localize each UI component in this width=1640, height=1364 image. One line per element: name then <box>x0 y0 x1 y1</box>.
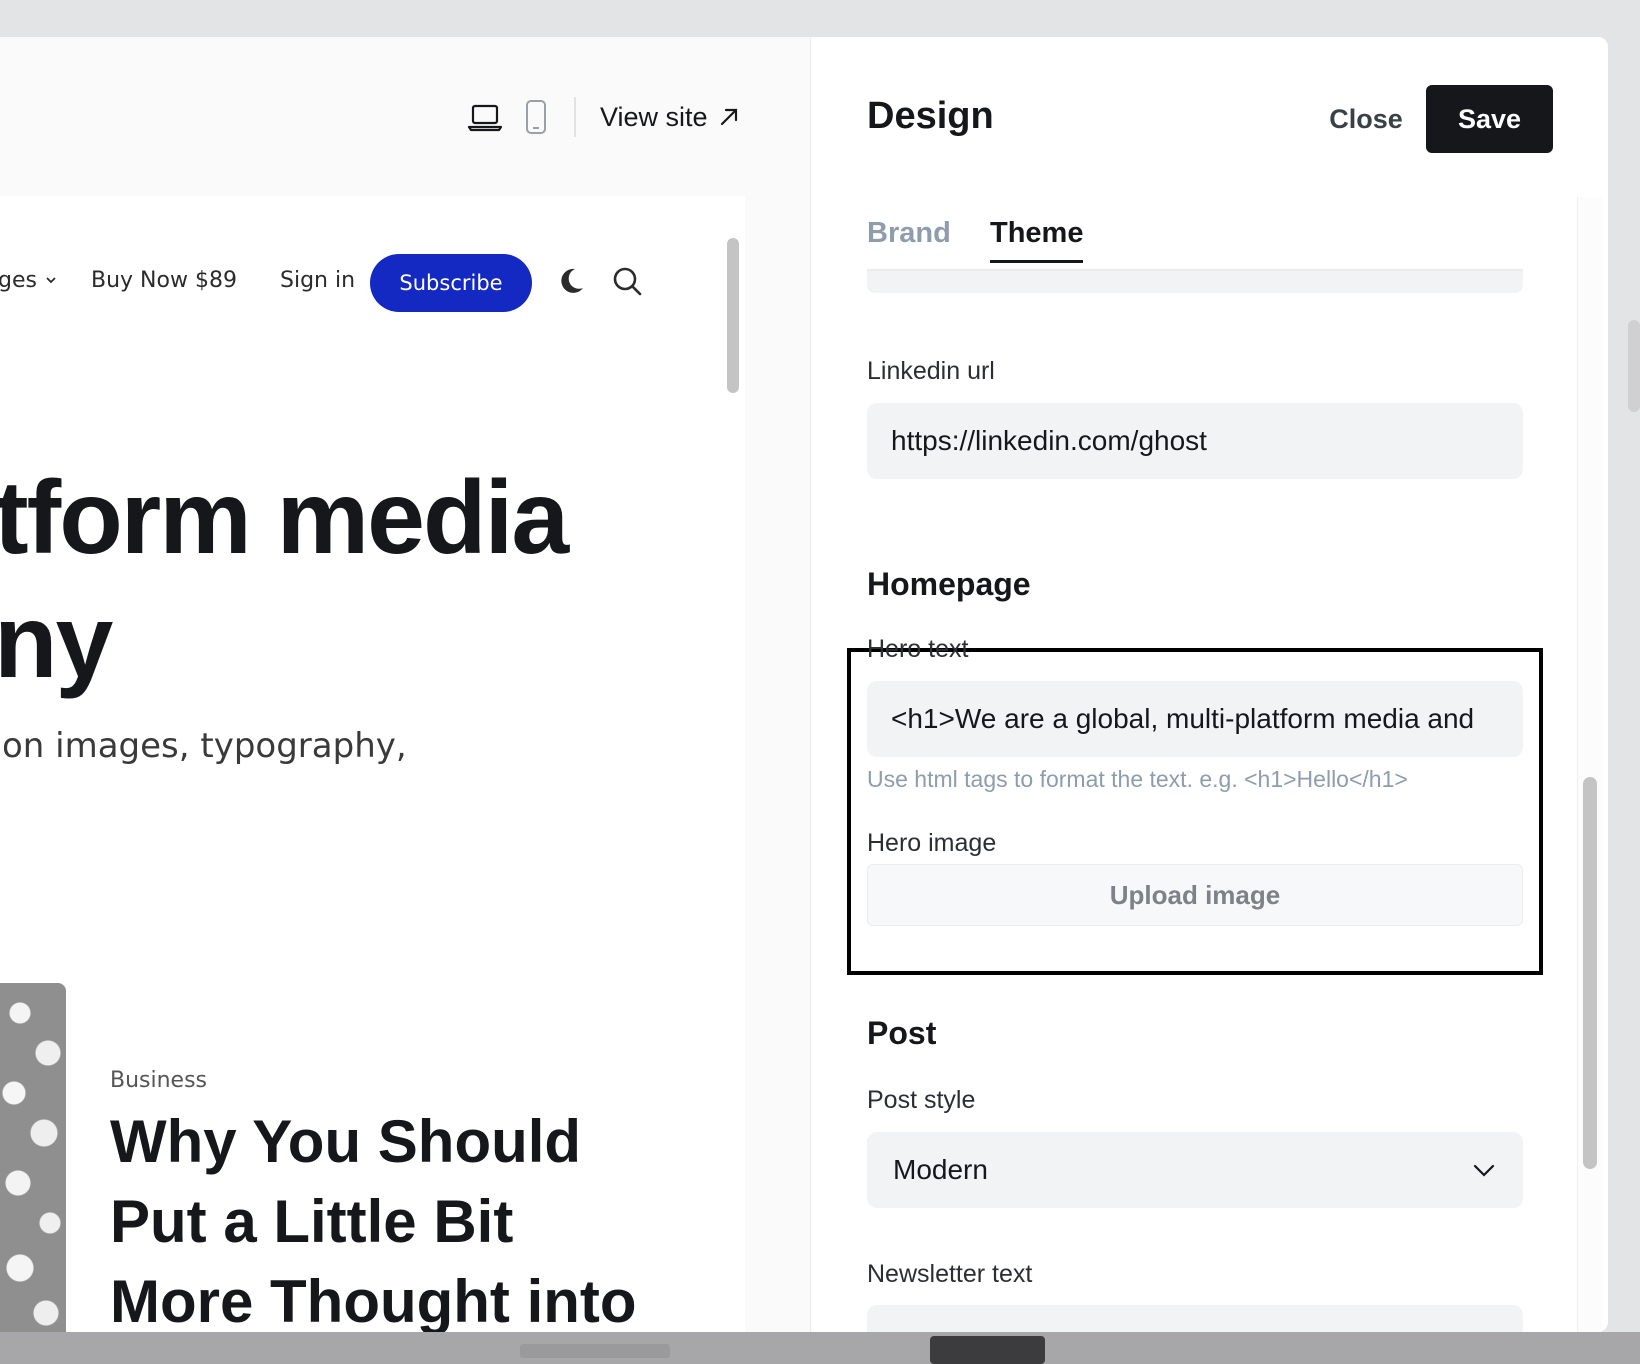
close-button[interactable]: Close <box>1301 85 1431 153</box>
post-tag[interactable]: Business <box>110 1068 207 1093</box>
settings-scroll-area: Brand Theme Linkedin url https://linkedi… <box>811 197 1608 1332</box>
settings-scrollbar[interactable] <box>1577 197 1602 1332</box>
external-arrow-icon <box>720 108 737 126</box>
hero-text-input[interactable]: <h1>We are a global, multi-platform medi… <box>867 681 1523 757</box>
previous-field[interactable] <box>867 271 1523 293</box>
toolbar-divider <box>574 97 576 137</box>
view-site-link[interactable]: View site <box>600 97 740 137</box>
background-button <box>930 1336 1045 1364</box>
hero-title: tform media ny <box>0 456 694 704</box>
post-thumbnail[interactable] <box>0 983 66 1332</box>
nav-pages-dropdown[interactable]: ges <box>0 268 58 293</box>
post-style-select[interactable]: Modern <box>867 1132 1523 1208</box>
site-nav: ges Buy Now $89 Sign in Subscribe <box>0 254 680 312</box>
upload-image-button[interactable]: Upload image <box>867 864 1523 926</box>
moon-icon[interactable] <box>556 266 586 296</box>
homepage-section-title: Homepage <box>867 566 1031 602</box>
hero-subtitle: on images, typography, <box>2 726 407 766</box>
panel-title: Design <box>867 95 994 137</box>
subscribe-button[interactable]: Subscribe <box>370 254 532 312</box>
settings-tabs: Brand Theme <box>867 203 1523 271</box>
design-settings-panel: Design Close Save Brand Theme Linkedin u… <box>811 37 1608 1332</box>
nav-pages-label: ges <box>0 268 37 293</box>
newsletter-text-label: Newsletter text <box>867 1260 1033 1288</box>
newsletter-text-input[interactable] <box>867 1305 1523 1332</box>
post-section-title: Post <box>867 1015 937 1051</box>
preview-scrollbar[interactable] <box>722 200 744 1332</box>
linkedin-url-input[interactable]: https://linkedin.com/ghost <box>867 403 1523 479</box>
chevron-down-icon <box>46 277 56 284</box>
tab-brand[interactable]: Brand <box>867 217 951 260</box>
settings-scroll-thumb[interactable] <box>1583 777 1597 1169</box>
preview-pane: View site ges Buy Now $89 Sign in Subscr… <box>0 37 811 1332</box>
background-overlay <box>0 1332 1640 1364</box>
site-preview-frame: ges Buy Now $89 Sign in Subscribe tform … <box>0 196 745 1332</box>
chevron-down-icon <box>1473 1164 1495 1177</box>
view-site-label: View site <box>600 101 708 132</box>
hero-image-label: Hero image <box>867 829 997 857</box>
laptop-icon[interactable] <box>467 99 503 135</box>
search-icon[interactable] <box>611 265 643 297</box>
hero-title-line2: ny <box>0 584 113 700</box>
design-modal: View site ges Buy Now $89 Sign in Subscr… <box>0 37 1608 1332</box>
hero-text-label: Hero text <box>867 635 969 663</box>
nav-sign-in[interactable]: Sign in <box>280 268 355 293</box>
post-title[interactable]: Why You Should Put a Little Bit More Tho… <box>110 1102 670 1332</box>
page-scrollbar[interactable] <box>1628 320 1640 412</box>
settings-header: Design Close Save <box>811 37 1608 197</box>
post-style-label: Post style <box>867 1086 976 1114</box>
preview-scroll-thumb[interactable] <box>727 238 739 393</box>
hero-title-line1: tform media <box>0 460 569 576</box>
post-style-value: Modern <box>893 1154 988 1185</box>
nav-buy-now[interactable]: Buy Now $89 <box>91 268 237 293</box>
preview-toolbar: View site <box>0 37 810 196</box>
hero-text-hint: Use html tags to format the text. e.g. <… <box>867 766 1408 792</box>
tab-theme[interactable]: Theme <box>990 217 1084 263</box>
save-button[interactable]: Save <box>1426 85 1553 153</box>
linkedin-url-label: Linkedin url <box>867 357 995 385</box>
background-text <box>520 1344 670 1358</box>
mobile-icon[interactable] <box>518 99 554 135</box>
